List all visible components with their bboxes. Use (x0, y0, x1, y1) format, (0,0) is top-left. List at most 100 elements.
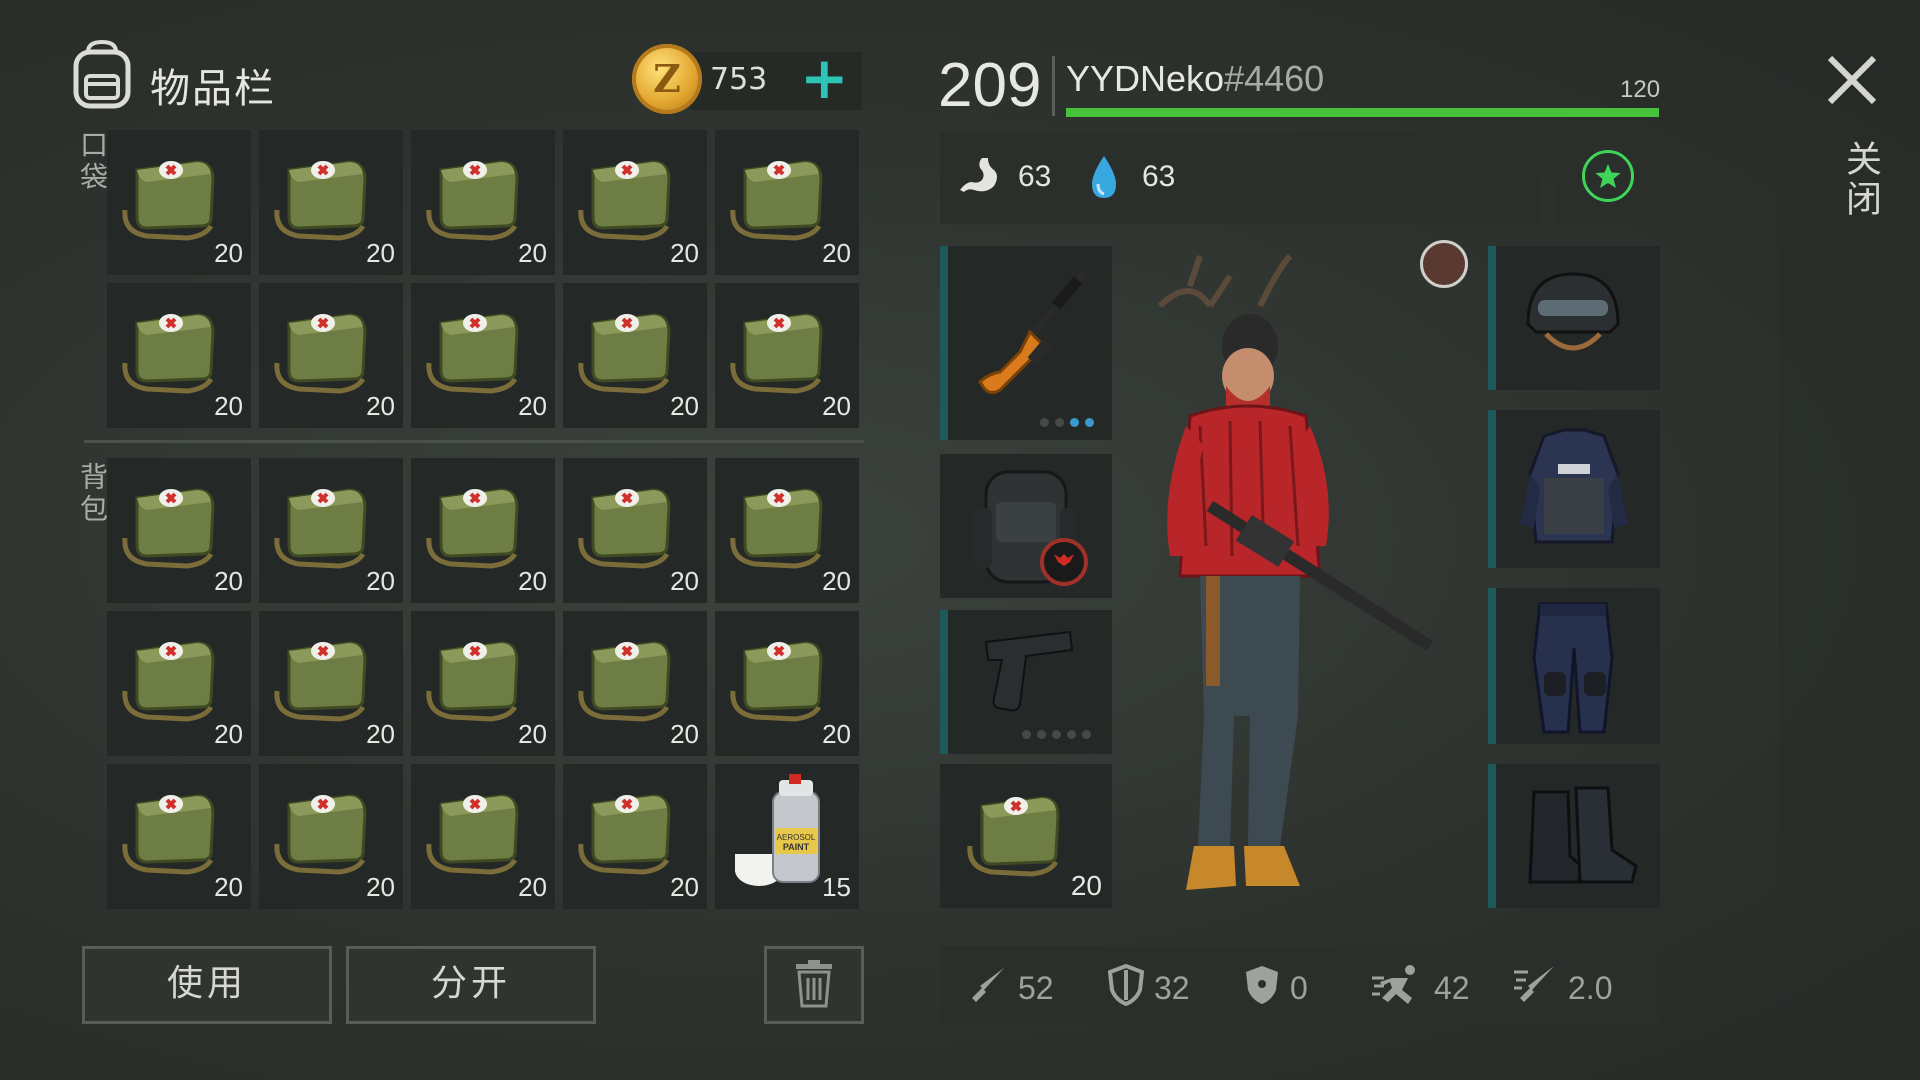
medkit-bag-icon (122, 794, 215, 875)
quick-slot-qty: 20 (1070, 870, 1102, 901)
close-label[interactable]: 关闭 (1834, 140, 1886, 220)
police-vest-icon (1520, 428, 1628, 544)
close-button[interactable] (1824, 52, 1880, 108)
item-quantity: 20 (214, 391, 243, 421)
medkit-bag-icon (578, 641, 671, 722)
level-separator (1052, 56, 1055, 116)
item-quantity: 20 (670, 872, 699, 902)
ammo-dots-secondary (1022, 730, 1091, 739)
bag-slot[interactable]: 20 (107, 458, 251, 603)
bag-slot[interactable]: 20 (563, 458, 707, 603)
running-icon (1372, 965, 1415, 1004)
medkit-bag-icon (967, 796, 1060, 877)
ammo-dots (1040, 418, 1094, 427)
item-quantity: 20 (366, 872, 395, 902)
attack-value: 52 (1018, 970, 1054, 1006)
item-quantity: 20 (366, 566, 395, 596)
medkit-bag-icon (274, 641, 367, 722)
stomach-icon (960, 158, 997, 192)
primary-weapon-slot[interactable] (940, 246, 1112, 440)
bag-slot[interactable]: 20 (107, 764, 251, 909)
backpack-slot[interactable] (940, 454, 1112, 598)
legs-slot[interactable] (1488, 588, 1660, 744)
pocket-grid: 20 20 20 20 20 20 20 20 20 20 (107, 130, 859, 428)
pocket-slot[interactable]: 20 (715, 283, 859, 428)
trash-icon (796, 960, 832, 1008)
shield-icon (1108, 964, 1144, 1006)
bag-slot[interactable]: 20 (259, 458, 403, 603)
split-button[interactable]: 分开 (346, 946, 596, 1024)
star-badge[interactable] (1582, 150, 1634, 202)
bag-slot[interactable]: 20 (715, 458, 859, 603)
rifle-icon (978, 269, 1088, 395)
bag-slot[interactable]: 20 (411, 764, 555, 909)
item-quantity: 20 (670, 566, 699, 596)
backpack-icon (66, 38, 138, 110)
pocket-slot[interactable]: 20 (411, 130, 555, 275)
head-slot[interactable] (1488, 246, 1660, 390)
feet-slot[interactable] (1488, 764, 1660, 908)
pocket-slot[interactable]: 20 (563, 130, 707, 275)
sword-icon (972, 968, 1004, 1002)
use-button[interactable]: 使用 (82, 946, 332, 1024)
pocket-slot[interactable]: 20 (259, 130, 403, 275)
pocket-slot[interactable]: 20 (715, 130, 859, 275)
medkit-bag-icon (578, 488, 671, 569)
bag-slot[interactable]: 20 (411, 458, 555, 603)
medkit-bag-icon (730, 313, 823, 394)
bag-slot[interactable]: 20 (563, 611, 707, 756)
helmet-icon (1526, 272, 1620, 351)
pocket-slot[interactable]: 20 (259, 283, 403, 428)
bag-slot[interactable]: 20 (259, 611, 403, 756)
medkit-bag-icon (578, 160, 671, 241)
star-icon (1595, 164, 1621, 188)
item-quantity: 20 (366, 719, 395, 749)
combat-stats-bar: 52 32 0 42 2.0 (940, 946, 1660, 1024)
medkit-bag-icon (426, 488, 519, 569)
bag-slot[interactable]: 20 (259, 764, 403, 909)
bag-slot[interactable]: 20 (715, 611, 859, 756)
radiation-shield-icon (1246, 966, 1278, 1004)
hunger-value: 63 (1018, 160, 1052, 193)
bag-slot[interactable]: 20 (107, 611, 251, 756)
thirst-value: 63 (1142, 160, 1176, 193)
add-coins-button[interactable]: + (800, 46, 849, 110)
bag-slot[interactable]: 20 (563, 764, 707, 909)
trash-button[interactable] (764, 946, 864, 1024)
pocket-slot[interactable]: 20 (563, 283, 707, 428)
armor-value: 0 (1290, 970, 1308, 1006)
item-quantity: 20 (214, 238, 243, 268)
close-icon (1827, 55, 1877, 105)
item-quantity: 20 (822, 238, 851, 268)
item-quantity: 20 (670, 391, 699, 421)
medkit-bag-icon (578, 794, 671, 875)
item-quantity: 20 (214, 719, 243, 749)
attack-speed-value: 2.0 (1568, 970, 1613, 1006)
backpack-grid: 20 20 20 20 20 20 20 20 20 20 20 20 20 2… (107, 458, 859, 909)
item-quantity: 20 (366, 391, 395, 421)
item-quantity: 20 (822, 566, 851, 596)
medkit-bag-icon (274, 488, 367, 569)
bag-slot[interactable]: AEROSOL PAINT 15 (715, 764, 859, 909)
pocket-slot[interactable]: 20 (107, 130, 251, 275)
medkit-bag-icon (122, 488, 215, 569)
pocket-slot[interactable]: 20 (411, 283, 555, 428)
medkit-bag-icon (730, 488, 823, 569)
spray-paint-icon: AEROSOL PAINT (735, 774, 820, 886)
spray-label-1: AEROSOL (777, 833, 816, 842)
secondary-weapon-slot[interactable] (940, 610, 1112, 754)
coin-amount: 753 (710, 62, 768, 97)
medkit-bag-icon (426, 641, 519, 722)
medkit-bag-icon (426, 794, 519, 875)
bag-slot[interactable]: 20 (411, 611, 555, 756)
body-slot[interactable] (1488, 410, 1660, 568)
character-model (1130, 240, 1470, 910)
player-name-row: YYDNeko#4460 (1066, 58, 1324, 100)
boots-icon (1528, 786, 1638, 884)
medkit-bag-icon (274, 160, 367, 241)
medkit-bag-icon (274, 794, 367, 875)
pocket-slot[interactable]: 20 (107, 283, 251, 428)
quick-slot[interactable]: 20 (940, 764, 1112, 908)
coin-icon: Z (632, 44, 702, 114)
item-quantity: 20 (214, 566, 243, 596)
